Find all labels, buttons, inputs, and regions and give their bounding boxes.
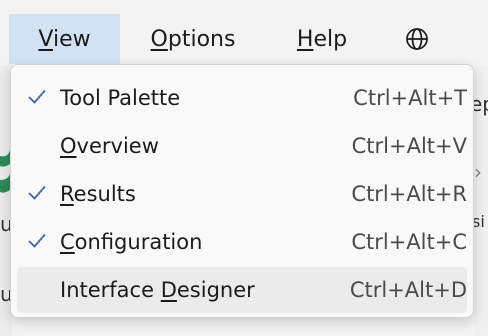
menu-item-configuration[interactable]: Configuration Ctrl+Alt+C [17, 219, 467, 265]
menu-item-shortcut: Ctrl+Alt+R [351, 182, 467, 206]
menu-item-interface-designer[interactable]: Interface Designer Ctrl+Alt+D [17, 267, 467, 313]
menu-item-overview[interactable]: Overview Ctrl+Alt+V [17, 123, 467, 169]
menu-view[interactable]: View [9, 14, 120, 64]
menu-item-label: Overview [60, 134, 159, 158]
menu-help-label: Help [296, 27, 348, 52]
background-green-shape [0, 150, 10, 193]
background-text-fragment: › [474, 160, 482, 184]
menu-item-shortcut: Ctrl+Alt+V [351, 134, 467, 158]
menu-help[interactable]: Help [283, 14, 361, 64]
menu-view-label: View [38, 27, 91, 52]
menu-options-label: Options [150, 27, 236, 52]
menu-item-results[interactable]: Results Ctrl+Alt+R [17, 171, 467, 217]
language-button[interactable] [397, 14, 437, 64]
check-icon [25, 171, 49, 217]
globe-icon [406, 28, 428, 50]
menu-item-tool-palette[interactable]: Tool Palette Ctrl+Alt+T [17, 75, 467, 121]
menu-bar: View Options Help [0, 0, 488, 66]
menu-item-shortcut: Ctrl+Alt+C [351, 230, 467, 254]
check-icon [25, 75, 49, 121]
menu-item-shortcut: Ctrl+Alt+D [349, 278, 467, 302]
menu-options[interactable]: Options [138, 14, 248, 64]
menu-item-label: Results [60, 182, 136, 206]
menu-item-label: Configuration [60, 230, 203, 254]
menu-item-label: Tool Palette [60, 86, 181, 110]
menu-item-shortcut: Ctrl+Alt+T [353, 86, 467, 110]
menu-item-label: Interface Designer [60, 278, 255, 302]
check-icon [25, 219, 49, 265]
view-dropdown-menu: Tool Palette Ctrl+Alt+T Overview Ctrl+Al… [10, 64, 474, 318]
